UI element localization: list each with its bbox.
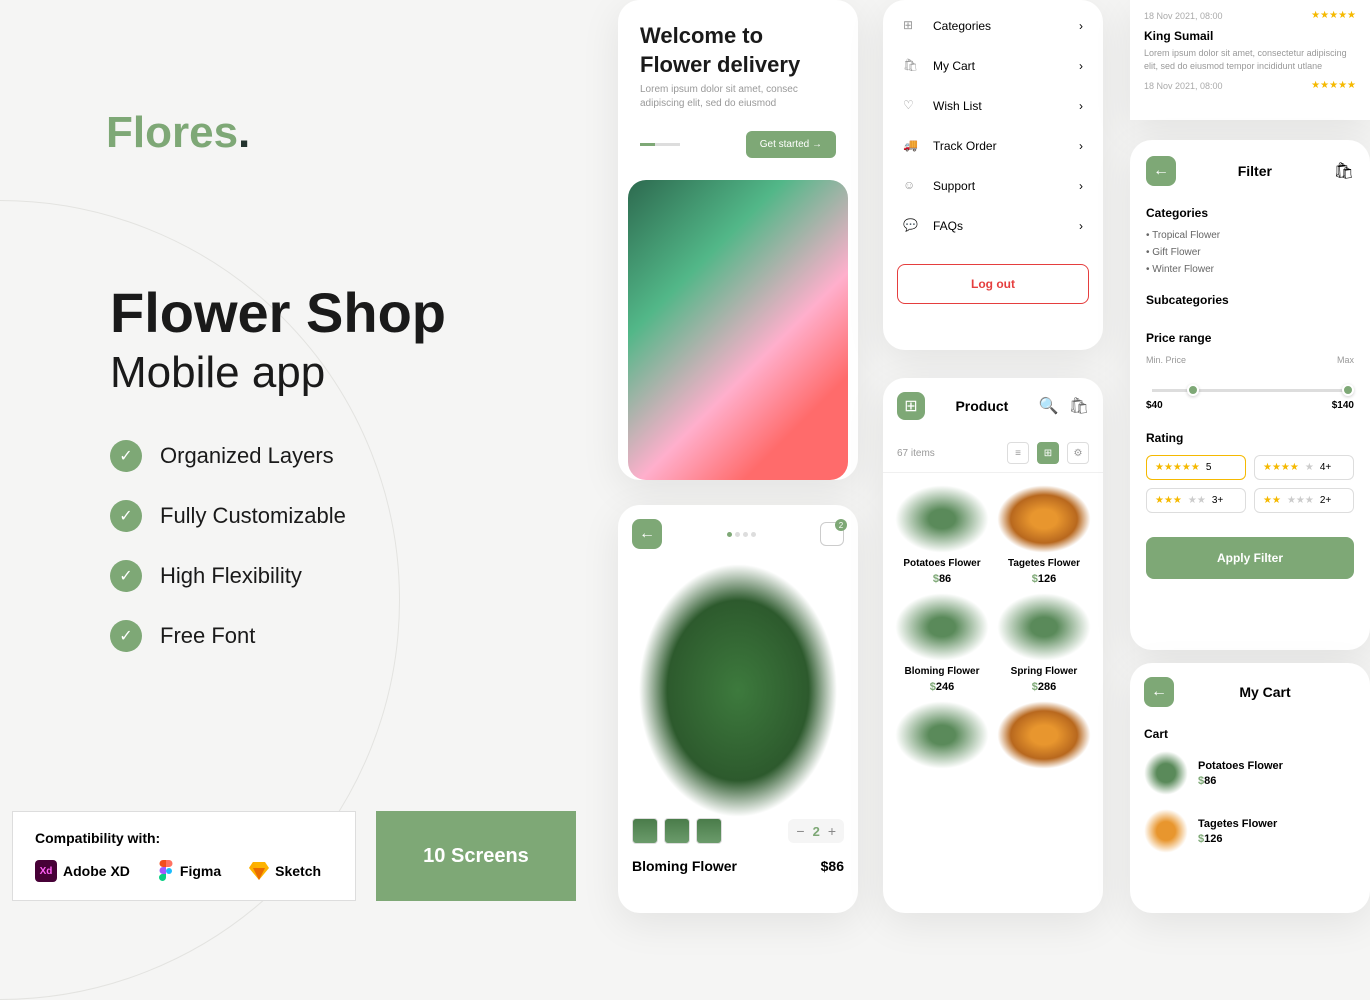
category-item[interactable]: Tropical Flower [1146, 230, 1354, 241]
screen-welcome: Welcome toFlower delivery Lorem ipsum do… [618, 0, 858, 480]
product-card[interactable] [895, 701, 989, 769]
product-price: $86 [821, 858, 844, 874]
screen-menu: ⊞Categories› 🛍My Cart› ♡Wish List› 🚚Trac… [883, 0, 1103, 350]
section-categories: Categories [1146, 206, 1354, 220]
check-icon: ✓ [110, 440, 142, 472]
get-started-button[interactable]: Get started → [746, 131, 836, 158]
rating-filter-3[interactable]: ★★★★★ 3+ [1146, 488, 1246, 513]
back-button[interactable]: ← [1144, 677, 1174, 707]
feature-list: ✓Organized Layers ✓Fully Customizable ✓H… [110, 440, 346, 680]
welcome-subtitle: Lorem ipsum dolor sit amet, consec adipi… [618, 83, 858, 111]
section-subcategories: Subcategories [1146, 293, 1354, 307]
minus-button[interactable]: − [796, 823, 804, 839]
check-icon: ✓ [110, 560, 142, 592]
compatibility-box: Compatibility with: XdAdobe XD Figma Ske… [12, 811, 356, 901]
product-card[interactable]: Spring Flower$286 [997, 593, 1091, 693]
page-title: My Cart [1239, 684, 1290, 700]
quantity-stepper[interactable]: −2+ [788, 819, 844, 843]
section-rating: Rating [1146, 431, 1354, 445]
product-card[interactable]: Tagetes Flower$126 [997, 485, 1091, 585]
progress-bar [640, 143, 680, 146]
pagination-dots [727, 532, 756, 537]
back-button[interactable]: ← [1146, 156, 1176, 186]
menu-button[interactable]: ⊞ [897, 392, 925, 420]
check-icon: ✓ [110, 500, 142, 532]
bag-icon[interactable]: 🛍 [1334, 161, 1354, 181]
grid-icon: ⊞ [903, 18, 919, 34]
category-item[interactable]: Gift Flower [1146, 247, 1354, 258]
subheadline: Mobile app [110, 348, 325, 398]
cart-item[interactable]: Tagetes Flower$126 [1144, 809, 1356, 853]
screen-reviews: 18 Nov 2021, 08:00 ★★★★★ King Sumail Lore… [1130, 0, 1370, 120]
menu-item-wishlist[interactable]: ♡Wish List› [883, 86, 1103, 126]
thumbnail[interactable] [664, 818, 690, 844]
filter-button[interactable]: ⚙ [1067, 442, 1089, 464]
screens-badge: 10 Screens [376, 811, 576, 901]
category-item[interactable]: Winter Flower [1146, 264, 1354, 275]
list-view-button[interactable]: ≡ [1007, 442, 1029, 464]
screen-product-detail: ← −2+ Bloming Flower $86 [618, 505, 858, 913]
page-title: Filter [1238, 163, 1272, 179]
tool-xd: XdAdobe XD [35, 860, 130, 882]
rating-filter-2[interactable]: ★★★★★ 2+ [1254, 488, 1354, 513]
plus-button[interactable]: + [828, 823, 836, 839]
hero-image [628, 180, 848, 480]
menu-item-support[interactable]: ☺Support› [883, 166, 1103, 206]
heart-icon: ♡ [903, 98, 919, 114]
chat-icon: 💬 [903, 218, 919, 234]
menu-item-cart[interactable]: 🛍My Cart› [883, 46, 1103, 86]
apply-filter-button[interactable]: Apply Filter [1146, 537, 1354, 579]
search-icon[interactable]: 🔍 [1039, 396, 1059, 416]
tool-figma: Figma [158, 860, 221, 882]
menu-item-categories[interactable]: ⊞Categories› [883, 6, 1103, 46]
item-count: 67 items [897, 448, 935, 459]
chevron-right-icon: › [1079, 179, 1083, 193]
thumbnail[interactable] [696, 818, 722, 844]
support-icon: ☺ [903, 178, 919, 194]
chevron-right-icon: › [1079, 219, 1083, 233]
grid-view-button[interactable]: ⊞ [1037, 442, 1059, 464]
check-icon: ✓ [110, 620, 142, 652]
cart-section-title: Cart [1144, 727, 1356, 741]
price-slider[interactable] [1152, 389, 1348, 392]
back-button[interactable]: ← [632, 519, 662, 549]
rating-filter-4[interactable]: ★★★★★ 4+ [1254, 455, 1354, 480]
cart-icon[interactable] [820, 522, 844, 546]
screen-products: ⊞ Product 🔍 🛍 67 items ≡ ⊞ ⚙ Potatoes Flowe… [883, 378, 1103, 913]
rating-filter-5[interactable]: ★★★★★5 [1146, 455, 1246, 480]
brand-logo: Flores. [106, 108, 250, 158]
product-card[interactable]: Bloming Flower$246 [895, 593, 989, 693]
section-price: Price range [1146, 331, 1354, 345]
reviewer-name: King Sumail [1144, 29, 1356, 43]
review-text: Lorem ipsum dolor sit amet, consectetur … [1144, 47, 1356, 72]
menu-item-faqs[interactable]: 💬FAQs› [883, 206, 1103, 246]
chevron-right-icon: › [1079, 99, 1083, 113]
cart-item[interactable]: Potatoes Flower$86 [1144, 751, 1356, 795]
chevron-right-icon: › [1079, 59, 1083, 73]
star-rating: ★★★★★ [1311, 10, 1356, 21]
headline: Flower Shop [110, 280, 446, 345]
cart-icon[interactable]: 🛍 [1069, 396, 1089, 416]
logout-button[interactable]: Log out [897, 264, 1089, 304]
menu-item-track[interactable]: 🚚Track Order› [883, 126, 1103, 166]
screen-cart: ← My Cart Cart Potatoes Flower$86 Tagetes… [1130, 663, 1370, 913]
screen-filter: ← Filter 🛍 Categories Tropical Flower Gift… [1130, 140, 1370, 650]
page-title: Product [955, 398, 1008, 414]
review-date: 18 Nov 2021, 08:00 [1144, 11, 1223, 21]
welcome-title: Welcome toFlower delivery [618, 0, 858, 83]
truck-icon: 🚚 [903, 138, 919, 154]
product-image [638, 563, 838, 818]
product-card[interactable] [997, 701, 1091, 769]
chevron-right-icon: › [1079, 19, 1083, 33]
product-name: Bloming Flower [632, 858, 737, 874]
product-card[interactable]: Potatoes Flower$86 [895, 485, 989, 585]
bag-icon: 🛍 [903, 58, 919, 74]
chevron-right-icon: › [1079, 139, 1083, 153]
tool-sketch: Sketch [249, 862, 321, 880]
thumbnail[interactable] [632, 818, 658, 844]
